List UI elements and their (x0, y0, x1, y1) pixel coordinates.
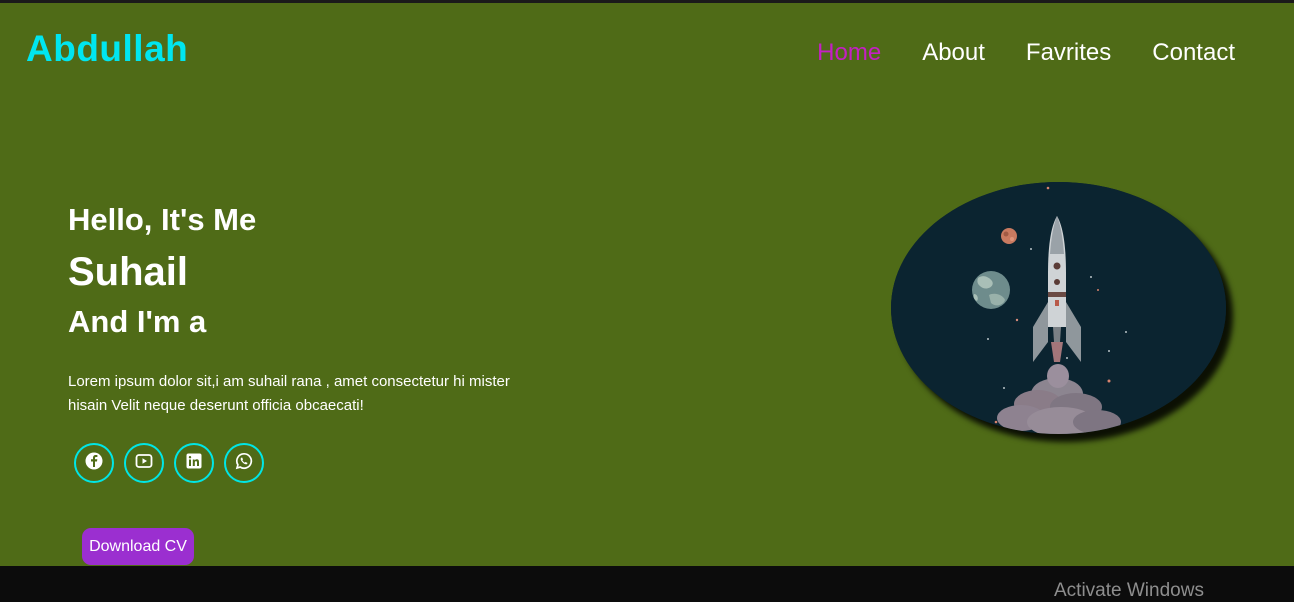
hero-text: Hello, It's Me Suhail And I'm a Lorem ip… (68, 200, 548, 418)
logo[interactable]: Abdullah (26, 28, 188, 70)
linkedin-icon (184, 451, 204, 475)
facebook-icon (84, 451, 104, 475)
rocket-illustration (891, 182, 1226, 434)
main-nav: Home About Favrites Contact (817, 39, 1235, 67)
download-cv-button[interactable]: Download CV (82, 528, 194, 565)
hero-image (891, 182, 1226, 434)
facebook-link[interactable] (74, 443, 114, 483)
linkedin-link[interactable] (174, 443, 214, 483)
whatsapp-icon (234, 451, 254, 475)
nav-contact[interactable]: Contact (1152, 39, 1235, 67)
hero-role: And I'm a (68, 304, 207, 339)
youtube-link[interactable] (124, 443, 164, 483)
nav-favrites[interactable]: Favrites (1026, 39, 1111, 67)
page-section: Abdullah Home About Favrites Contact Hel… (0, 3, 1294, 566)
activate-windows-watermark: Activate Windows (1054, 580, 1204, 601)
hero-description: Lorem ipsum dolor sit,i am suhail rana ,… (68, 373, 510, 414)
nav-about[interactable]: About (922, 39, 985, 67)
whatsapp-link[interactable] (224, 443, 264, 483)
social-links (74, 443, 264, 483)
hero-greeting: Hello, It's Me (68, 202, 257, 237)
hero-name: Suhail (68, 250, 189, 294)
nav-home[interactable]: Home (817, 39, 881, 67)
youtube-icon (134, 451, 154, 475)
